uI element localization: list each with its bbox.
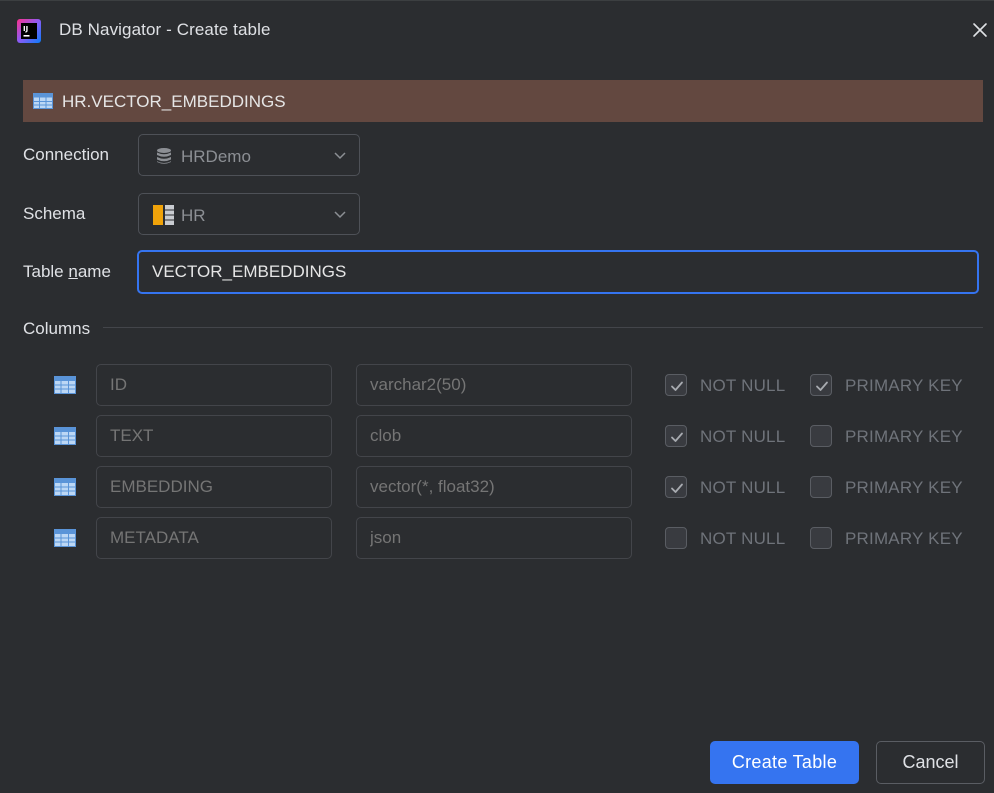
not-null-checkbox[interactable] (665, 374, 687, 396)
not-null-label: NOT NULL (700, 529, 786, 548)
not-null-checkbox[interactable] (665, 527, 687, 549)
not-null-label: NOT NULL (700, 478, 786, 497)
column-name-input[interactable] (96, 364, 332, 406)
table-column-icon (54, 529, 76, 547)
primary-key-label: PRIMARY KEY (845, 529, 963, 548)
schema-dropdown[interactable]: HR (138, 193, 360, 235)
schema-value: HR (181, 206, 206, 225)
table-column-icon (54, 478, 76, 496)
table-name-input[interactable] (137, 250, 979, 294)
table-column-icon (54, 427, 76, 445)
window-title: DB Navigator - Create table (59, 20, 271, 39)
database-icon (157, 148, 171, 164)
cancel-button[interactable]: Cancel (876, 741, 985, 784)
table-name-label: Table name (23, 262, 111, 282)
not-null-label: NOT NULL (700, 376, 786, 395)
column-type-input[interactable] (356, 415, 632, 457)
table-name-label-mnemonic: n (68, 262, 78, 281)
primary-key-checkbox[interactable] (810, 476, 832, 498)
table-name-label-part: Table (23, 262, 69, 281)
connection-dropdown[interactable]: HRDemo (138, 134, 360, 176)
primary-key-label: PRIMARY KEY (845, 478, 963, 497)
chevron-down-icon (334, 152, 346, 160)
title-bar: IJ DB Navigator - Create table (0, 0, 994, 62)
table-name-label-part: ame (77, 262, 111, 281)
column-type-input[interactable] (356, 364, 632, 406)
column-name-input[interactable] (96, 517, 332, 559)
schema-label: Schema (23, 204, 86, 223)
columns-section-label: Columns (23, 319, 91, 338)
not-null-checkbox[interactable] (665, 425, 687, 447)
connection-value: HRDemo (181, 147, 251, 166)
close-icon[interactable] (968, 18, 992, 42)
table-icon (33, 93, 53, 109)
table-header-banner: HR.VECTOR_EMBEDDINGS (23, 80, 983, 122)
connection-label: Connection (23, 145, 110, 164)
columns-separator (103, 327, 983, 328)
jetbrains-app-icon: IJ (17, 19, 41, 43)
schema-icon (153, 205, 174, 225)
primary-key-label: PRIMARY KEY (845, 376, 963, 395)
not-null-checkbox[interactable] (665, 476, 687, 498)
not-null-label: NOT NULL (700, 427, 786, 446)
primary-key-label: PRIMARY KEY (845, 427, 963, 446)
column-type-input[interactable] (356, 466, 632, 508)
column-type-input[interactable] (356, 517, 632, 559)
create-table-button[interactable]: Create Table (710, 741, 859, 784)
column-name-input[interactable] (96, 415, 332, 457)
table-column-icon (54, 376, 76, 394)
svg-text:IJ: IJ (23, 25, 28, 33)
primary-key-checkbox[interactable] (810, 527, 832, 549)
banner-title: HR.VECTOR_EMBEDDINGS (62, 92, 286, 111)
primary-key-checkbox[interactable] (810, 374, 832, 396)
column-name-input[interactable] (96, 466, 332, 508)
primary-key-checkbox[interactable] (810, 425, 832, 447)
chevron-down-icon (334, 211, 346, 219)
